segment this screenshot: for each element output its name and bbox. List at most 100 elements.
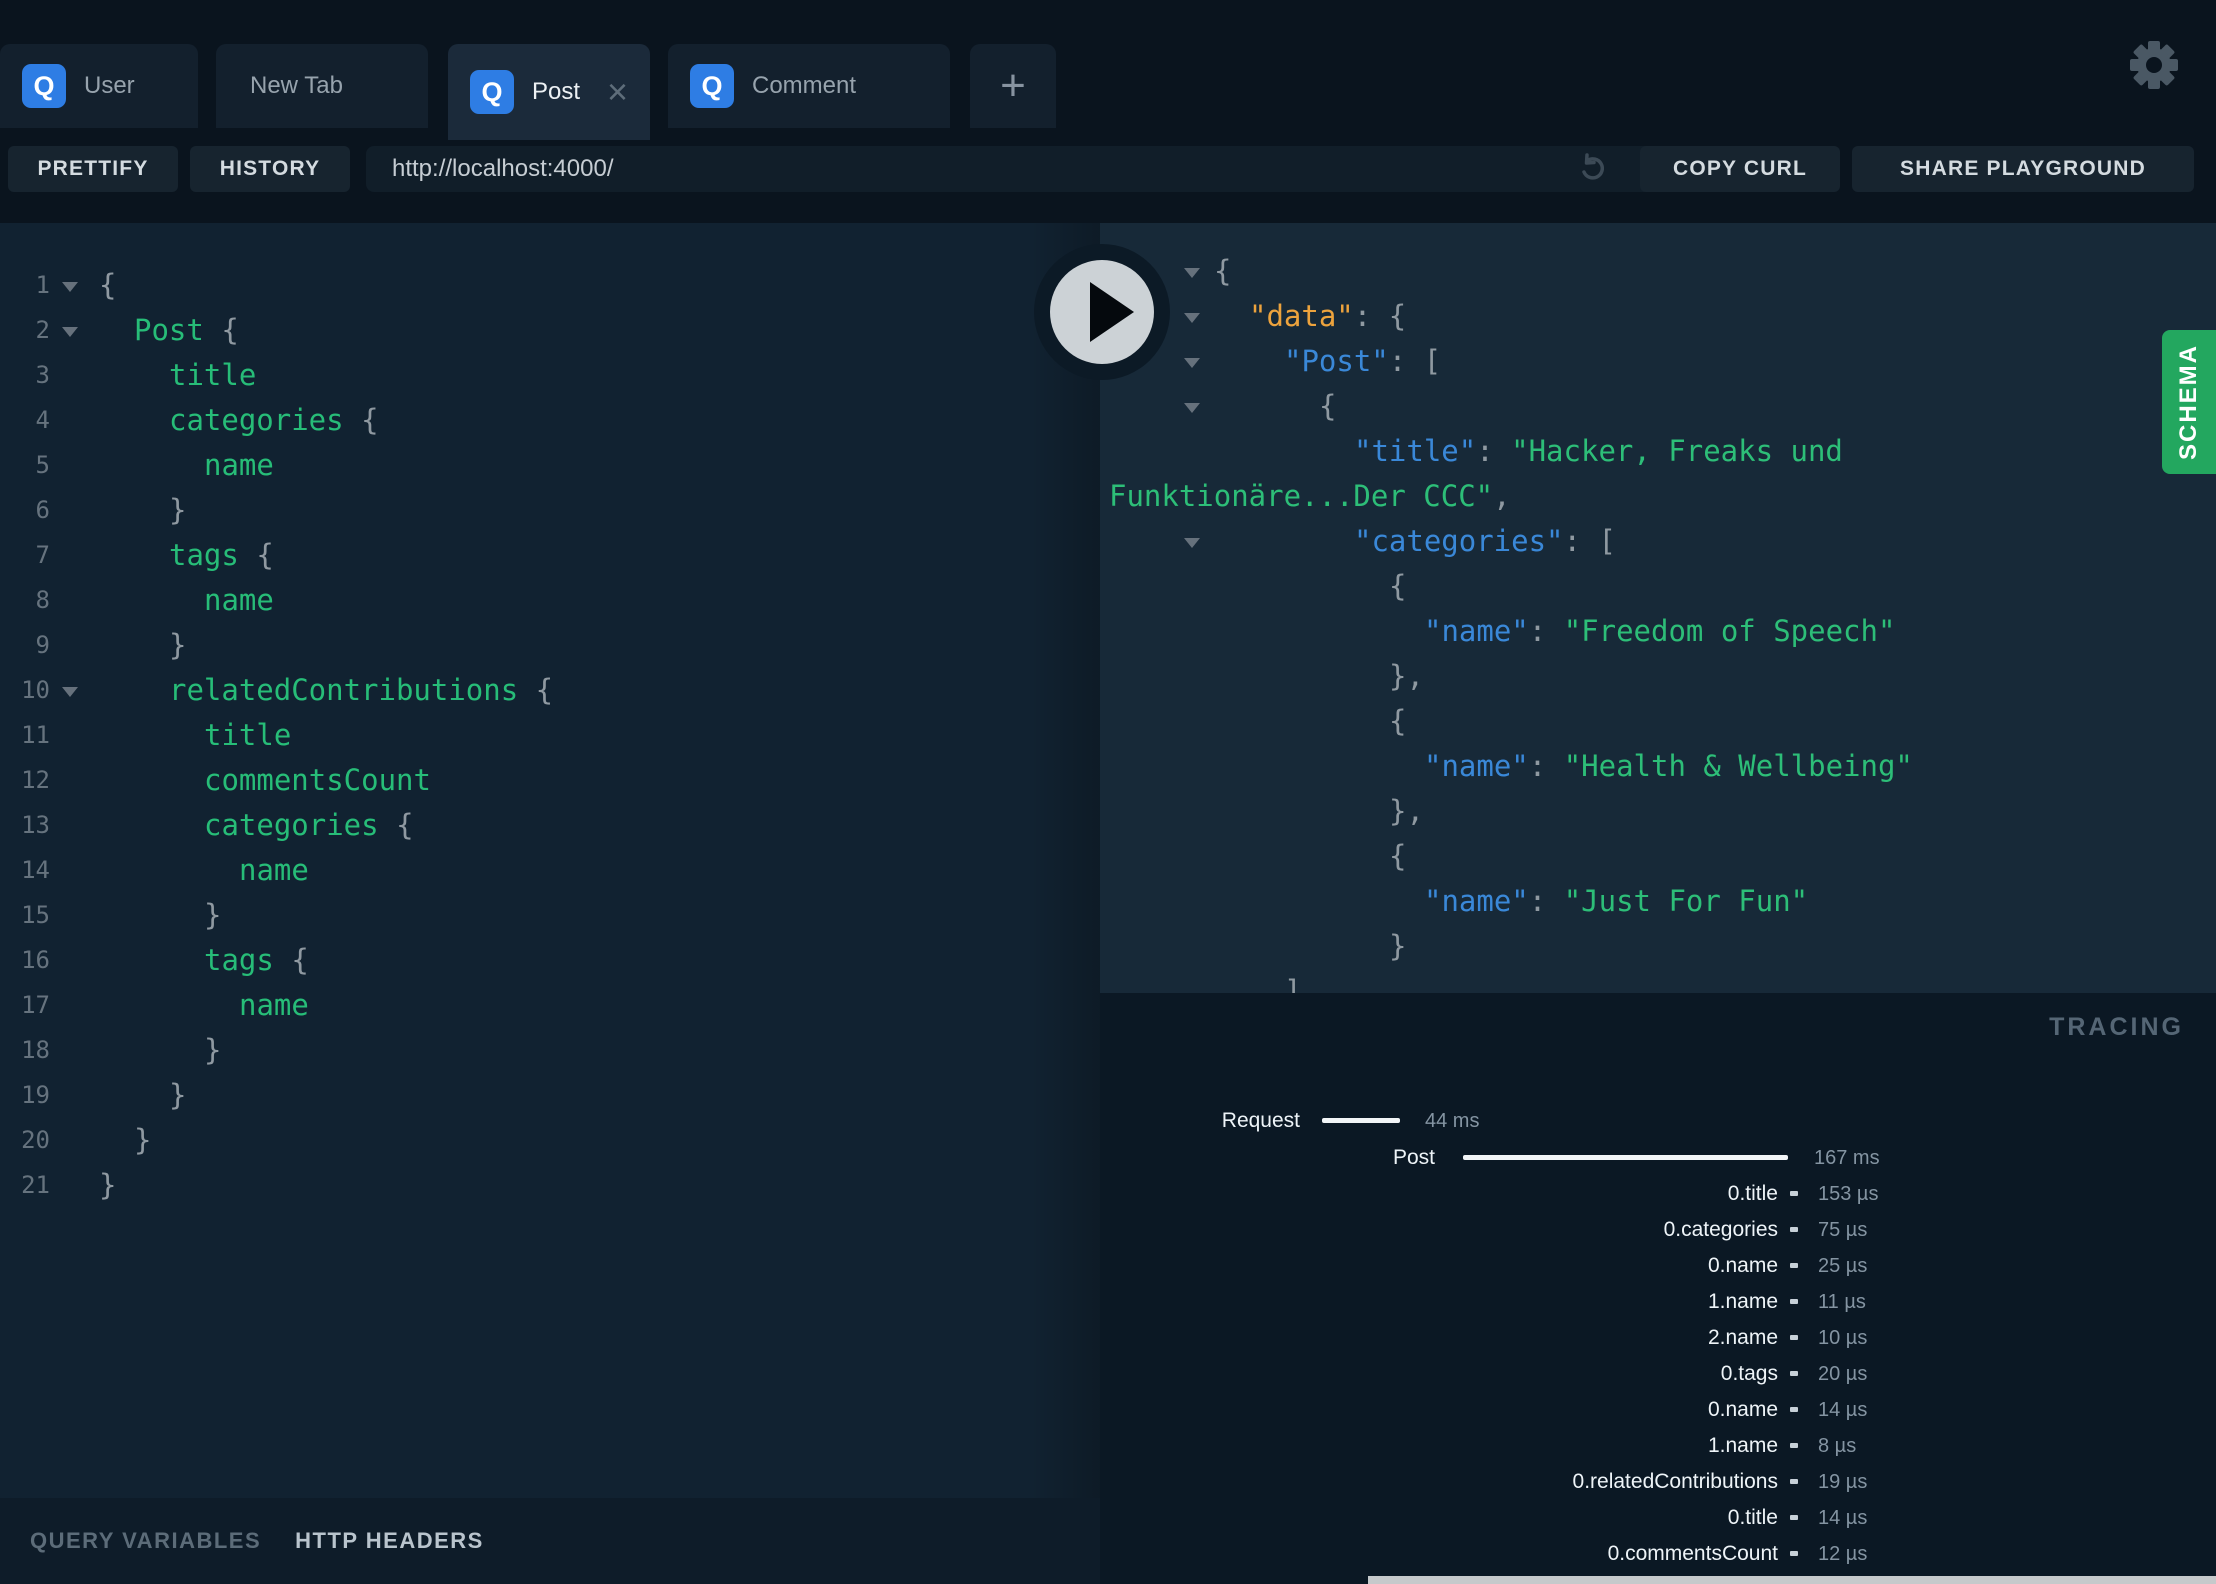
fold-arrow-icon[interactable] (62, 327, 78, 337)
query-line: 11 title (0, 713, 1100, 758)
tracing-field-label: 2.name (1707, 1326, 1778, 1349)
tracing-field-marker (1790, 1263, 1798, 1268)
code-text: }, (1389, 794, 1424, 828)
query-line: 2 Post { (0, 308, 1100, 353)
tracing-field-label: 0.relatedContributions (1572, 1470, 1778, 1493)
tab-post[interactable]: Q Post × (448, 44, 650, 140)
tracing-field-marker (1790, 1371, 1798, 1376)
code-text: "name": "Freedom of Speech" (1424, 614, 1896, 648)
tracing-field-duration: 10 µs (1818, 1327, 1868, 1349)
tracing-field-duration: 14 µs (1818, 1507, 1868, 1529)
line-number: 11 (21, 721, 50, 749)
code-text: name (204, 583, 274, 617)
tab-label: Post (532, 78, 581, 105)
line-number: 6 (35, 496, 50, 524)
tracing-field-duration: 14 µs (1818, 1399, 1868, 1421)
tracing-field-label: 0.name (1707, 1254, 1778, 1277)
query-line: 19} (0, 1073, 1100, 1118)
response-pane: { "data": { "Post": [ { "title": "Hacker, Fr… (1100, 223, 2216, 993)
response-line: "name": "Health & Wellbeing" (1100, 744, 2216, 789)
response-line: "data": { (1100, 294, 2216, 339)
fold-arrow-icon[interactable] (1184, 268, 1200, 278)
execute-query-button[interactable] (1034, 244, 1170, 380)
response-lines: { "data": { "Post": [ { "title": "Hacker, Fr… (1100, 249, 2216, 993)
tracing-field-duration: 19 µs (1818, 1471, 1868, 1493)
code-text: ] (1284, 974, 1302, 993)
line-number: 3 (35, 361, 50, 389)
reload-history-icon[interactable] (1572, 152, 1606, 186)
fold-arrow-icon[interactable] (62, 282, 78, 292)
line-number: 8 (35, 586, 50, 614)
tracing-field-marker (1790, 1227, 1798, 1232)
tracing-field-marker (1790, 1551, 1798, 1556)
line-number: 10 (21, 676, 50, 704)
fold-arrow-icon[interactable] (62, 687, 78, 697)
fold-arrow-icon[interactable] (1184, 403, 1200, 413)
tab-comment[interactable]: Q Comment (668, 44, 950, 128)
tracing-field-marker (1790, 1191, 1798, 1196)
query-line: 12 commentsCount (0, 758, 1100, 803)
tracing-span-duration: 167 ms (1814, 1147, 1880, 1169)
new-tab-button[interactable]: + (970, 44, 1056, 128)
schema-side-tab[interactable]: SCHEMA (2162, 330, 2216, 474)
fold-arrow-icon[interactable] (1184, 358, 1200, 368)
code-text: } (99, 1168, 117, 1202)
query-editor-pane[interactable]: 1{2 Post {3 title 4 categories {5 name 6} 7 tags… (0, 223, 1100, 1498)
tab-user[interactable]: Q User (0, 44, 198, 128)
tracing-field-duration: 12 µs (1818, 1543, 1868, 1565)
copy-curl-button[interactable]: COPY CURL (1640, 146, 1840, 192)
tracing-field-duration: 20 µs (1818, 1363, 1868, 1385)
share-playground-button[interactable]: SHARE PLAYGROUND (1852, 146, 2194, 192)
http-headers-tab[interactable]: HTTP HEADERS (295, 1528, 484, 1554)
tab-new-tab[interactable]: New Tab (216, 44, 428, 128)
tracing-field-label: 0.categories (1663, 1218, 1778, 1241)
response-line: { (1100, 564, 2216, 609)
tracing-span-label: Post (1392, 1146, 1435, 1169)
line-number: 2 (35, 316, 50, 344)
tracing-field-duration: 11 µs (1818, 1291, 1866, 1313)
code-text: relatedContributions { (169, 673, 554, 707)
code-text: } (204, 1033, 222, 1067)
fold-arrow-icon[interactable] (1184, 313, 1200, 323)
query-badge-icon: Q (470, 70, 514, 114)
query-line: 3 title (0, 353, 1100, 398)
tracing-span-bar (1322, 1118, 1400, 1123)
line-number: 13 (21, 811, 50, 839)
response-line: { (1100, 834, 2216, 879)
line-number: 14 (21, 856, 50, 884)
tracing-field-label: 0.title (1727, 1182, 1778, 1205)
url-input[interactable]: http://localhost:4000/ (366, 146, 1662, 192)
code-text: } (204, 898, 222, 932)
code-text: "Post": [ (1284, 344, 1442, 378)
query-line: 6} (0, 488, 1100, 533)
tab-label: User (84, 72, 135, 99)
code-text: Funktionäre...Der CCC", (1109, 479, 1511, 513)
query-line: 10 relatedContributions { (0, 668, 1100, 713)
bottom-drawer-bar: QUERY VARIABLES HTTP HEADERS (0, 1498, 1100, 1584)
tab-label: New Tab (250, 72, 343, 99)
horizontal-scrollbar[interactable] (1368, 1576, 2216, 1584)
line-number: 16 (21, 946, 50, 974)
code-text: categories { (169, 403, 379, 437)
line-number: 12 (21, 766, 50, 794)
response-line: ] (1100, 969, 2216, 993)
history-button[interactable]: HISTORY (190, 146, 350, 192)
settings-gear-icon[interactable] (2125, 36, 2183, 94)
tracing-field-label: 0.tags (1720, 1362, 1778, 1385)
code-text: "data": { (1249, 299, 1407, 333)
query-variables-tab[interactable]: QUERY VARIABLES (30, 1528, 261, 1554)
prettify-button[interactable]: PRETTIFY (8, 146, 178, 192)
query-badge-icon: Q (22, 64, 66, 108)
tab-close-icon[interactable]: × (601, 74, 634, 110)
response-line: "title": "Hacker, Freaks und (1100, 429, 2216, 474)
code-text: { (1214, 254, 1232, 288)
code-text: { (1389, 569, 1407, 603)
query-line: 14 name (0, 848, 1100, 893)
fold-arrow-icon[interactable] (1184, 538, 1200, 548)
tracing-span-label: Request (1221, 1109, 1300, 1132)
query-line: 7 tags { (0, 533, 1100, 578)
code-text: tags { (169, 538, 274, 572)
graphql-playground: Q User New Tab Q Post × Q Comment + PRETTIFY HIS… (0, 0, 2216, 1584)
tracing-field-marker (1790, 1407, 1798, 1412)
code-text: tags { (204, 943, 309, 977)
